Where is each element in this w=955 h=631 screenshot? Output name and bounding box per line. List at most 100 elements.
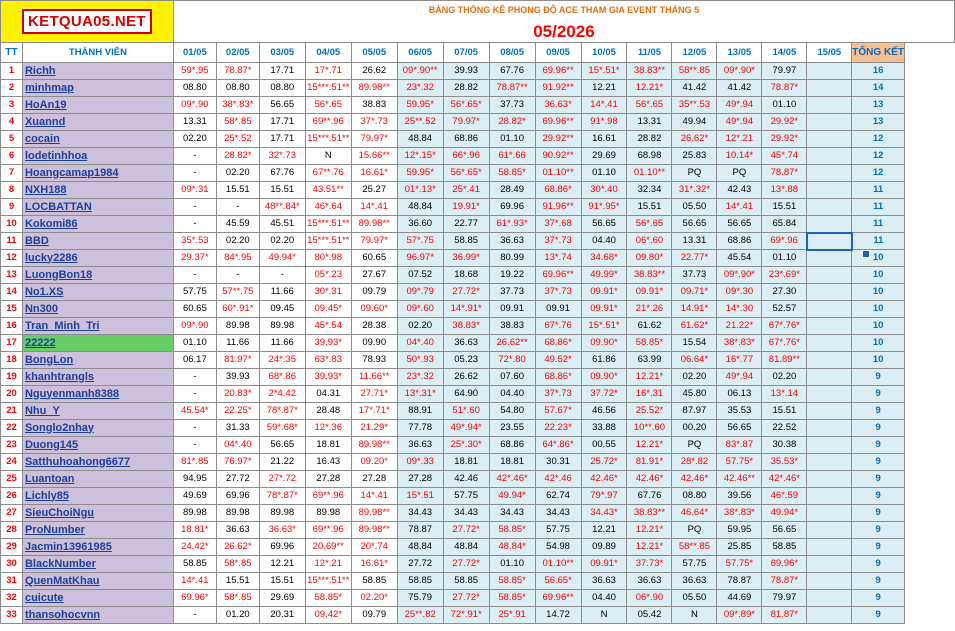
score-cell[interactable]: 41.42 [716,79,763,97]
score-cell[interactable]: 58**.85 [671,62,718,80]
score-cell[interactable]: 57.75 [172,283,217,301]
score-cell[interactable]: 09*.30 [716,283,763,301]
score-cell[interactable]: 12*.21 [716,130,763,148]
score-cell[interactable]: 15.66** [350,147,398,165]
score-cell[interactable]: 49.94* [258,249,306,267]
score-cell[interactable]: 36.63* [258,521,306,539]
score-cell[interactable]: 09*.33 [396,453,444,471]
score-cell[interactable]: 57.75 [671,555,718,573]
score-cell[interactable]: - [172,266,217,284]
score-cell[interactable]: 49.99* [580,266,628,284]
score-cell[interactable]: 78.87* [761,79,808,97]
score-cell[interactable]: 15.51 [215,572,260,590]
score-cell[interactable]: 51*.60 [442,402,490,420]
score-cell[interactable]: 89.98 [258,317,306,335]
score-cell[interactable]: 48.84 [396,538,444,556]
score-cell[interactable]: 13*.14 [761,385,808,403]
member-name[interactable]: khanhtrangls [21,368,174,386]
score-cell[interactable]: 49.69 [172,487,217,505]
score-cell[interactable]: 27.71* [350,385,398,403]
score-cell[interactable]: 61.86 [580,351,628,369]
score-cell[interactable]: 27.28 [304,470,352,488]
member-name[interactable]: NXH188 [21,181,174,199]
score-cell[interactable]: 36.63* [534,96,582,114]
score-cell[interactable]: 60.65 [172,300,217,318]
score-cell[interactable]: 56*.65 [304,96,352,114]
score-cell[interactable]: 91*.95* [580,198,628,216]
score-cell[interactable]: 69.96** [534,113,582,131]
score-cell[interactable]: 30*.40 [580,181,628,199]
score-cell[interactable]: - [172,436,217,454]
member-name[interactable]: Songlo2nhay [21,419,174,437]
score-cell[interactable]: 36.99* [442,249,490,267]
score-cell[interactable] [806,470,853,488]
score-cell[interactable]: 69.96* [172,589,217,607]
score-cell[interactable]: 46.56 [580,402,628,420]
score-cell[interactable] [806,300,853,318]
score-cell[interactable]: 12.21* [626,521,673,539]
score-cell[interactable]: 37.73 [488,96,536,114]
score-cell[interactable]: 78.93 [350,351,398,369]
member-name[interactable]: BlackNumber [21,555,174,573]
score-cell[interactable]: 29.92* [761,130,808,148]
score-cell[interactable]: - [172,606,217,624]
score-cell[interactable]: 89.98 [304,504,352,522]
score-cell[interactable]: 36.63 [626,572,673,590]
score-cell[interactable]: 31.33 [215,419,260,437]
score-cell[interactable]: 02.20 [258,232,306,250]
score-cell[interactable]: 49.94 [671,113,718,131]
score-cell[interactable] [806,266,853,284]
score-cell[interactable]: 25*.30* [442,436,490,454]
score-cell[interactable] [806,589,853,607]
score-cell[interactable]: 37.72* [580,385,628,403]
score-cell[interactable]: 89.98 [215,504,260,522]
score-cell[interactable]: 08.80 [258,79,306,97]
score-cell[interactable]: 02.20 [215,164,260,182]
member-name[interactable]: ProNumber [21,521,174,539]
score-cell[interactable]: 02.20* [350,589,398,607]
score-cell[interactable]: 09.90* [580,368,628,386]
score-cell[interactable]: 00.20 [671,419,718,437]
score-cell[interactable]: 15***.51** [304,572,352,590]
score-cell[interactable]: 91.96** [534,198,582,216]
score-cell[interactable]: - [215,198,260,216]
score-cell[interactable]: 49*.94* [442,419,490,437]
member-name[interactable]: lodetinhhoa [21,147,174,165]
score-cell[interactable]: 36.60 [396,215,444,233]
score-cell[interactable]: 09*.79 [396,283,444,301]
score-cell[interactable]: 15.51 [761,198,808,216]
score-cell[interactable]: 58*.85 [215,113,260,131]
score-cell[interactable]: 28.49 [488,181,536,199]
score-cell[interactable]: 25.27 [350,181,398,199]
score-cell[interactable]: 15***.51** [304,130,352,148]
score-cell[interactable]: 07.60 [488,368,536,386]
score-cell[interactable]: 24.42* [172,538,217,556]
score-cell[interactable]: 09*.90** [396,62,444,80]
score-cell[interactable]: 69.96** [534,62,582,80]
member-name[interactable]: QuenMatKhau [21,572,174,590]
score-cell[interactable]: 42.46* [580,470,628,488]
score-cell[interactable]: - [215,266,260,284]
score-cell[interactable]: 61.62 [626,317,673,335]
score-cell[interactable]: 09*.90* [716,62,763,80]
member-name[interactable]: Lichly85 [21,487,174,505]
score-cell[interactable]: 48.84 [396,198,444,216]
score-cell[interactable]: 83*.87 [716,436,763,454]
score-cell[interactable]: 68.86* [534,181,582,199]
score-cell[interactable]: 09*.31 [172,181,217,199]
score-cell[interactable]: 34.43 [396,504,444,522]
score-cell[interactable]: 27.28 [350,470,398,488]
score-cell[interactable]: 89.98** [350,504,398,522]
member-name[interactable]: Richh [21,62,174,80]
score-cell[interactable]: 56.65 [716,215,763,233]
score-cell[interactable]: 37.73 [671,266,718,284]
score-cell[interactable]: 12.21 [580,79,628,97]
score-cell[interactable]: 13.31 [172,113,217,131]
score-cell[interactable]: 09.79 [350,606,398,624]
score-cell[interactable]: 69.96* [761,555,808,573]
score-cell[interactable]: 62.74 [534,487,582,505]
score-cell[interactable]: 81.89** [761,351,808,369]
score-cell[interactable]: 01.10 [580,164,628,182]
score-cell[interactable]: 01.10** [534,555,582,573]
score-cell[interactable]: 06.13 [716,385,763,403]
